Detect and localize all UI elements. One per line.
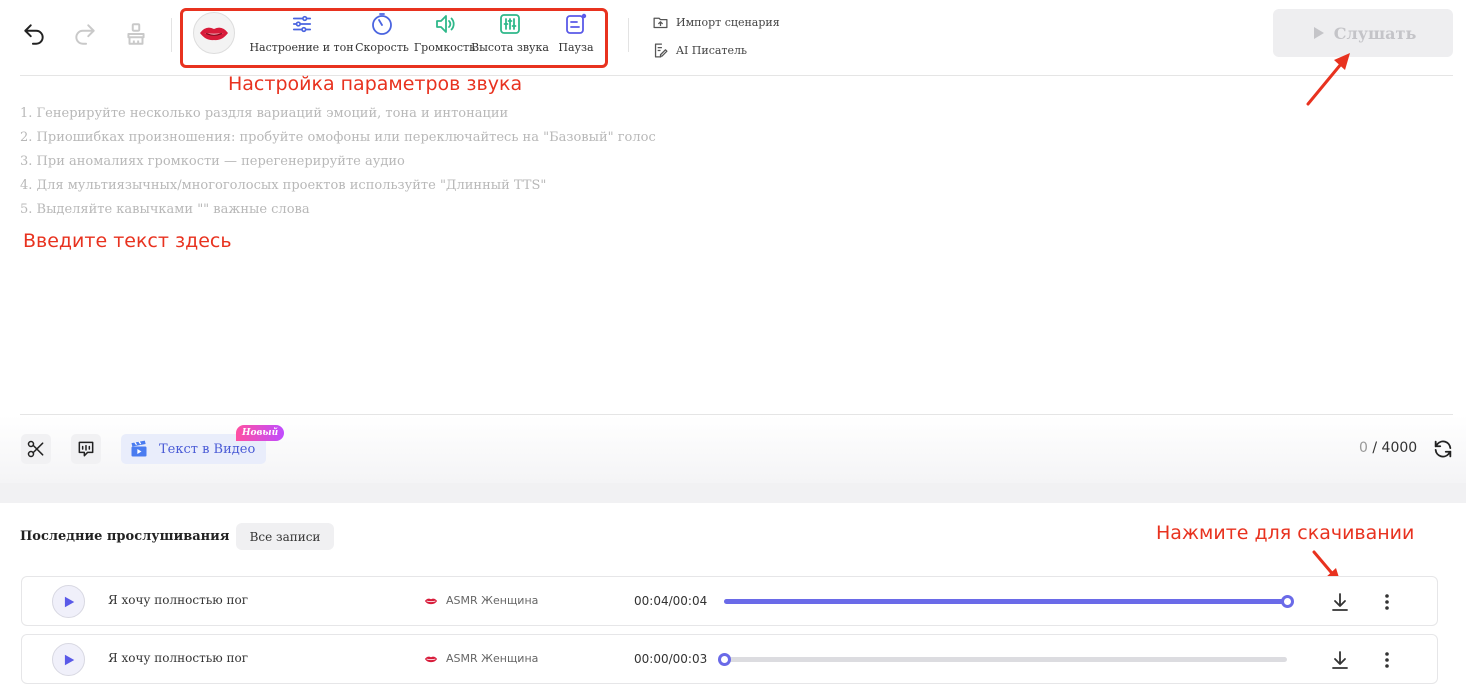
pause-icon <box>566 13 587 34</box>
brush-icon <box>127 23 145 45</box>
annotation-settings: Настройка параметров звука <box>228 73 523 95</box>
tool-label: Высота звука <box>471 41 549 54</box>
play-icon <box>64 596 74 607</box>
lips-icon <box>200 27 228 41</box>
recent-item-text: Я хочу полностью пог <box>108 651 249 665</box>
tool-label: Скорость <box>355 41 409 54</box>
download-icon[interactable] <box>1328 590 1352 614</box>
editor-hint: 2. Приошибках произношения: пробуйте омо… <box>20 130 656 145</box>
voice-name: ASMR Женщина <box>446 594 539 607</box>
editor-hint: 1. Генерируйте несколько раздля вариаций… <box>20 106 509 121</box>
editor-hint: 4. Для мультиязычных/многоголосых проект… <box>20 178 547 193</box>
recent-item: Я хочу полностью пог ASMR Женщина 00:04/… <box>21 576 1438 626</box>
annotation-download: Нажмите для скачивании <box>1156 522 1415 544</box>
tool-label: Настроение и тон <box>249 41 354 54</box>
redo-icon <box>75 24 95 45</box>
redo-button[interactable] <box>69 18 101 50</box>
progress-knob[interactable] <box>718 653 731 666</box>
import-icon <box>653 17 668 29</box>
voice-name: ASMR Женщина <box>446 652 539 665</box>
recent-item-time: 00:04/00:04 <box>634 594 708 608</box>
progress-fill <box>724 599 1287 604</box>
new-badge: Новый <box>236 425 285 441</box>
ai-writer-label: AI Писатель <box>676 44 748 57</box>
progress-knob[interactable] <box>1281 595 1294 608</box>
subtitle-icon <box>78 441 94 457</box>
more-options-icon[interactable] <box>1378 648 1396 672</box>
recent-item-voice: ASMR Женщина <box>424 594 538 607</box>
play-button[interactable] <box>52 585 85 618</box>
volume-icon <box>435 15 455 33</box>
char-count: 0 <box>1359 440 1368 456</box>
download-icon[interactable] <box>1328 648 1352 672</box>
text-editor[interactable]: 1. Генерируйте несколько раздля вариаций… <box>20 102 656 222</box>
speedometer-icon <box>372 13 392 35</box>
progress-track[interactable] <box>718 653 1287 666</box>
all-records-button[interactable]: Все записи <box>236 523 334 550</box>
annotation-enter-text: Введите текст здесь <box>23 230 232 252</box>
char-limit: / 4000 <box>1372 440 1418 456</box>
text-to-video-label: Текст в Видео <box>159 441 256 457</box>
play-icon <box>1313 27 1324 39</box>
toolbar-divider <box>628 18 629 52</box>
recent-item-time: 00:00/00:03 <box>634 652 708 666</box>
tool-label: Громкость <box>413 41 476 54</box>
editor-hint: 3. При аномалиях громкости — перегенерир… <box>20 154 405 169</box>
char-counter: 0 / 4000 <box>1359 440 1417 456</box>
ai-writer-link[interactable]: AI Писатель <box>652 42 747 59</box>
play-button[interactable] <box>52 643 85 676</box>
play-icon <box>64 654 74 665</box>
section-separator <box>0 483 1466 503</box>
lips-icon <box>424 598 438 604</box>
editor-hint: 5. Выделяйте кавычками "" важные слова <box>20 202 310 217</box>
listen-label: Слушать <box>1333 23 1417 43</box>
recent-item: Я хочу полностью пог ASMR Женщина 00:00/… <box>21 634 1438 684</box>
undo-icon <box>24 24 44 45</box>
subtitle-button[interactable] <box>71 434 101 464</box>
refresh-icon[interactable] <box>1432 438 1454 460</box>
voice-avatar[interactable] <box>193 12 235 54</box>
import-script-label: Импорт сценария <box>676 16 780 29</box>
recent-item-voice: ASMR Женщина <box>424 652 538 665</box>
tool-label: Пауза <box>558 41 594 54</box>
recent-item-text: Я хочу полностью пог <box>108 593 249 607</box>
clapperboard-icon <box>131 440 147 457</box>
tool-volume[interactable]: Громкость <box>413 11 476 54</box>
sliders-icon <box>292 15 311 33</box>
tool-mood-tone[interactable]: Настроение и тон <box>249 11 354 54</box>
scissors-icon <box>27 440 44 458</box>
tool-pitch[interactable]: Высота звука <box>471 11 549 54</box>
cut-button[interactable] <box>21 434 51 464</box>
tool-speed[interactable]: Скорость <box>355 11 409 54</box>
import-script-link[interactable]: Импорт сценария <box>652 14 780 31</box>
clear-format-button[interactable] <box>120 18 152 50</box>
undo-button[interactable] <box>18 18 50 50</box>
toolbar: Настроение и тон Скорость Громкость Высо… <box>0 0 1466 76</box>
toolbar-divider <box>171 18 172 52</box>
more-options-icon[interactable] <box>1378 590 1396 614</box>
annotation-arrow-listen <box>1306 53 1350 106</box>
pitch-icon <box>500 14 520 34</box>
edit-doc-icon <box>654 43 668 58</box>
progress-track[interactable] <box>724 595 1294 608</box>
recent-title: Последние прослушивания <box>20 529 230 544</box>
lips-icon <box>424 656 438 662</box>
tool-pause[interactable]: Пауза <box>558 11 594 54</box>
